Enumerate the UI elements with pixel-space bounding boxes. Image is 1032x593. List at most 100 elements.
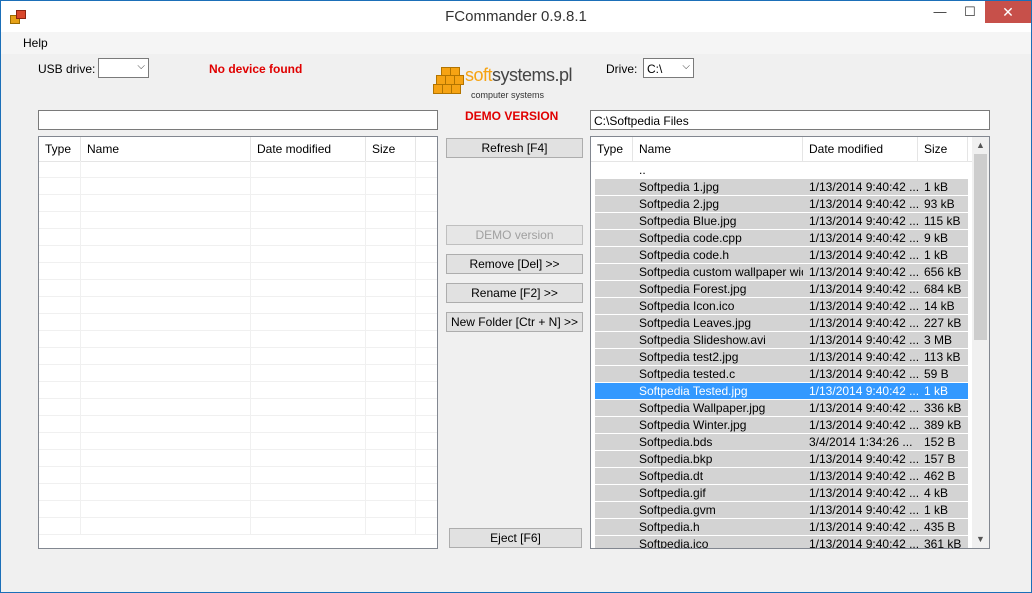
file-size-cell: 684 kB bbox=[918, 281, 968, 297]
file-row[interactable]: Softpedia test2.jpg 1/13/2014 9:40:42 ...… bbox=[591, 349, 972, 366]
drive-path-input[interactable]: C:\Softpedia Files bbox=[590, 110, 990, 130]
empty-list-row bbox=[39, 280, 437, 297]
file-size-cell: 115 kB bbox=[918, 213, 968, 229]
usb-list-header: Type Name Date modified Size bbox=[39, 137, 437, 162]
col-type[interactable]: Type bbox=[591, 137, 633, 161]
remove-button[interactable]: Remove [Del] >> bbox=[446, 254, 583, 274]
col-name[interactable]: Name bbox=[81, 137, 251, 161]
title-bar[interactable]: FCommander 0.9.8.1 — ☐ ✕ bbox=[1, 1, 1031, 32]
file-row[interactable]: Softpedia Tested.jpg 1/13/2014 9:40:42 ..… bbox=[591, 383, 972, 400]
file-row[interactable]: Softpedia 1.jpg 1/13/2014 9:40:42 ... 1 kB bbox=[591, 179, 972, 196]
file-name-cell: Softpedia.bkp bbox=[633, 451, 803, 467]
file-size-cell: 59 B bbox=[918, 366, 968, 382]
col-name[interactable]: Name bbox=[633, 137, 803, 161]
file-name-cell: Softpedia custom wallpaper wid... bbox=[633, 264, 803, 280]
file-size-cell: 1 kB bbox=[918, 502, 968, 518]
file-type-cell bbox=[595, 349, 633, 365]
usb-file-list[interactable]: Type Name Date modified Size bbox=[38, 136, 438, 549]
file-size-cell: 1 kB bbox=[918, 383, 968, 399]
empty-list-row bbox=[39, 399, 437, 416]
drive-select[interactable]: C:\ ⌵ bbox=[643, 58, 694, 78]
refresh-button[interactable]: Refresh [F4] bbox=[446, 138, 583, 158]
file-row[interactable]: Softpedia code.cpp 1/13/2014 9:40:42 ... 9… bbox=[591, 230, 972, 247]
usb-drive-select[interactable]: ⌵ bbox=[98, 58, 149, 78]
usb-path-input[interactable] bbox=[38, 110, 438, 130]
file-row[interactable]: Softpedia Forest.jpg 1/13/2014 9:40:42 ..… bbox=[591, 281, 972, 298]
file-row[interactable]: Softpedia.gvm 1/13/2014 9:40:42 ... 1 kB bbox=[591, 502, 972, 519]
file-row[interactable]: Softpedia.h 1/13/2014 9:40:42 ... 435 B bbox=[591, 519, 972, 536]
file-size-cell: 9 kB bbox=[918, 230, 968, 246]
file-date-cell: 1/13/2014 9:40:42 ... bbox=[803, 485, 918, 501]
file-row[interactable]: Softpedia tested.c 1/13/2014 9:40:42 ... 5… bbox=[591, 366, 972, 383]
col-date-modified[interactable]: Date modified bbox=[251, 137, 366, 161]
file-type-cell bbox=[595, 213, 633, 229]
demo-version-button[interactable]: DEMO version bbox=[446, 225, 583, 245]
file-row[interactable]: Softpedia.gif 1/13/2014 9:40:42 ... 4 kB bbox=[591, 485, 972, 502]
file-size-cell: 152 B bbox=[918, 434, 968, 450]
file-name-cell: Softpedia tested.c bbox=[633, 366, 803, 382]
close-button[interactable]: ✕ bbox=[985, 1, 1031, 23]
empty-list-row bbox=[39, 518, 437, 535]
file-type-cell bbox=[595, 383, 633, 399]
file-name-cell: Softpedia.bds bbox=[633, 434, 803, 450]
scroll-down-icon[interactable]: ▼ bbox=[972, 531, 989, 548]
minimize-button[interactable]: — bbox=[925, 1, 955, 23]
file-row[interactable]: Softpedia Winter.jpg 1/13/2014 9:40:42 ..… bbox=[591, 417, 972, 434]
file-name-cell: Softpedia.dt bbox=[633, 468, 803, 484]
file-row[interactable]: Softpedia.bkp 1/13/2014 9:40:42 ... 157 B bbox=[591, 451, 972, 468]
empty-list-row bbox=[39, 501, 437, 518]
chevron-down-icon: ⌵ bbox=[137, 61, 145, 72]
empty-list-row bbox=[39, 178, 437, 195]
file-type-cell bbox=[595, 417, 633, 433]
file-date-cell: 1/13/2014 9:40:42 ... bbox=[803, 451, 918, 467]
scroll-thumb[interactable] bbox=[974, 154, 987, 340]
drive-file-list[interactable]: Type Name Date modified Size .. Softpedia… bbox=[590, 136, 990, 549]
file-date-cell bbox=[803, 162, 918, 178]
file-type-cell bbox=[595, 536, 633, 548]
file-row[interactable]: Softpedia code.h 1/13/2014 9:40:42 ... 1 k… bbox=[591, 247, 972, 264]
file-row[interactable]: Softpedia.bds 3/4/2014 1:34:26 ... 152 B bbox=[591, 434, 972, 451]
empty-list-row bbox=[39, 433, 437, 450]
rename-button[interactable]: Rename [F2] >> bbox=[446, 283, 583, 303]
file-row[interactable]: Softpedia Blue.jpg 1/13/2014 9:40:42 ... 1… bbox=[591, 213, 972, 230]
col-size[interactable]: Size bbox=[918, 137, 968, 161]
file-name-cell: Softpedia Slideshow.avi bbox=[633, 332, 803, 348]
file-row[interactable]: Softpedia custom wallpaper wid... 1/13/20… bbox=[591, 264, 972, 281]
file-date-cell: 1/13/2014 9:40:42 ... bbox=[803, 213, 918, 229]
eject-button[interactable]: Eject [F6] bbox=[449, 528, 582, 548]
empty-list-row bbox=[39, 246, 437, 263]
maximize-button[interactable]: ☐ bbox=[955, 1, 985, 23]
file-row[interactable]: .. bbox=[591, 162, 972, 179]
file-type-cell bbox=[595, 247, 633, 263]
file-row[interactable]: Softpedia Icon.ico 1/13/2014 9:40:42 ... 1… bbox=[591, 298, 972, 315]
file-type-cell bbox=[595, 230, 633, 246]
file-row[interactable]: Softpedia Wallpaper.jpg 1/13/2014 9:40:42… bbox=[591, 400, 972, 417]
file-row[interactable]: Softpedia Slideshow.avi 1/13/2014 9:40:42… bbox=[591, 332, 972, 349]
file-type-cell bbox=[595, 434, 633, 450]
file-name-cell: Softpedia Forest.jpg bbox=[633, 281, 803, 297]
vertical-scrollbar[interactable]: ▲ ▼ bbox=[972, 137, 989, 548]
empty-list-row bbox=[39, 416, 437, 433]
file-type-cell bbox=[595, 162, 633, 178]
empty-list-row bbox=[39, 161, 437, 178]
menu-help[interactable]: Help bbox=[23, 36, 48, 50]
new-folder-button[interactable]: New Folder [Ctr + N] >> bbox=[446, 312, 583, 332]
col-size[interactable]: Size bbox=[366, 137, 416, 161]
file-name-cell: Softpedia test2.jpg bbox=[633, 349, 803, 365]
file-type-cell bbox=[595, 179, 633, 195]
file-row[interactable]: Softpedia.dt 1/13/2014 9:40:42 ... 462 B bbox=[591, 468, 972, 485]
empty-list-row bbox=[39, 382, 437, 399]
file-name-cell: Softpedia Wallpaper.jpg bbox=[633, 400, 803, 416]
file-row[interactable]: Softpedia Leaves.jpg 1/13/2014 9:40:42 ..… bbox=[591, 315, 972, 332]
col-date-modified[interactable]: Date modified bbox=[803, 137, 918, 161]
col-type[interactable]: Type bbox=[39, 137, 81, 161]
file-row[interactable]: Softpedia 2.jpg 1/13/2014 9:40:42 ... 93 k… bbox=[591, 196, 972, 213]
file-date-cell: 1/13/2014 9:40:42 ... bbox=[803, 417, 918, 433]
file-row[interactable]: Softpedia.ico 1/13/2014 9:40:42 ... 361 kB bbox=[591, 536, 972, 548]
empty-list-row bbox=[39, 365, 437, 382]
usb-drive-label: USB drive: bbox=[38, 62, 96, 76]
softsystems-logo: softsystems.pl computer systems bbox=[433, 63, 593, 107]
logo-brand-rest: systems.pl bbox=[492, 65, 573, 85]
scroll-up-icon[interactable]: ▲ bbox=[972, 137, 989, 154]
file-date-cell: 1/13/2014 9:40:42 ... bbox=[803, 298, 918, 314]
